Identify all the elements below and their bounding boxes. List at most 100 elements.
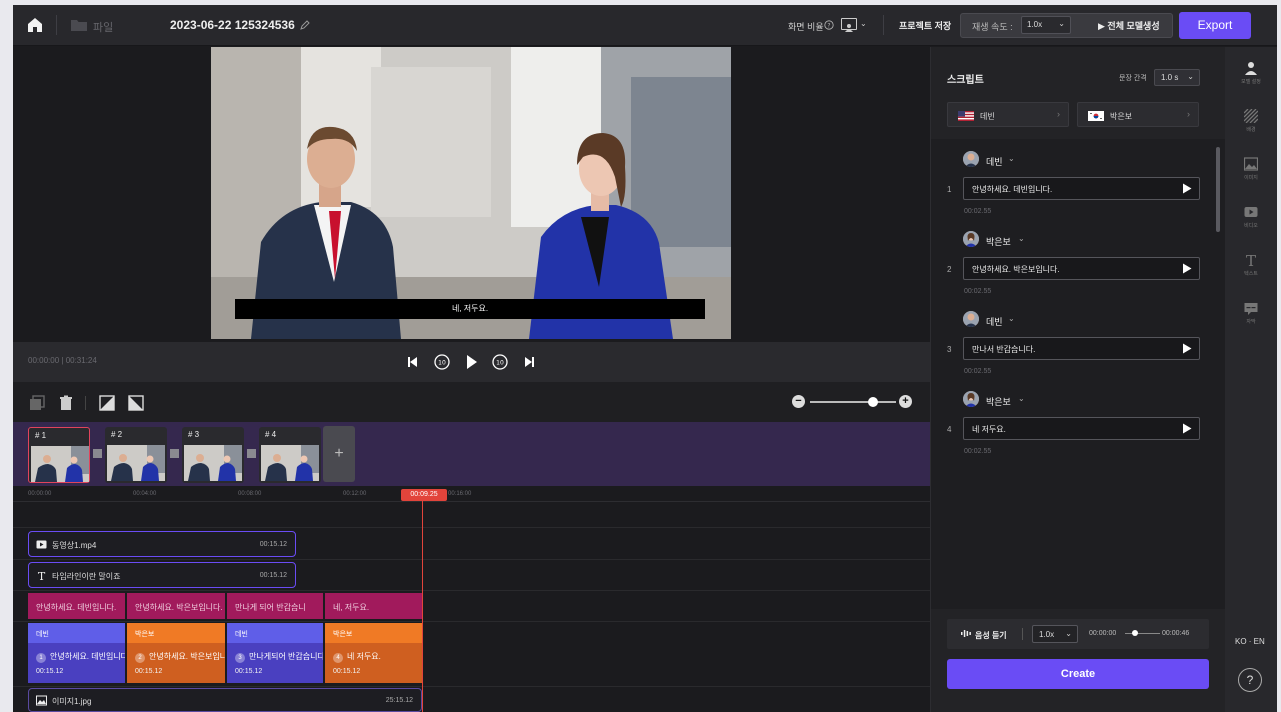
folder-icon[interactable] [71, 19, 87, 31]
speaker-tab-name: 데빈 [980, 112, 995, 121]
sidebar-item-image[interactable]: 이미지 [1225, 145, 1277, 193]
speaker-clip-header[interactable]: 데빈 [227, 623, 323, 643]
transition-in-icon[interactable] [99, 395, 115, 411]
speaker-name[interactable]: 박은보 [986, 235, 1011, 248]
audio-progress-handle[interactable] [1132, 630, 1138, 636]
project-title[interactable]: 2023-06-22 125324536 [170, 18, 295, 32]
speaker-name[interactable]: 데빈 [986, 315, 1003, 328]
text-clip[interactable]: T 타임라인이란 말이죠 00:15.12 [28, 562, 296, 588]
text-icon: T [1246, 253, 1256, 267]
subtitle-clip[interactable]: 안녕하세요. 박은보입니다. [127, 593, 225, 619]
script-input[interactable]: 만나서 반갑습니다. [963, 337, 1200, 360]
entry-index: 2 [947, 265, 952, 274]
pencil-icon[interactable] [300, 20, 310, 30]
play-icon[interactable] [461, 352, 481, 372]
script-input[interactable]: 안녕하세요. 박은보입니다. [963, 257, 1200, 280]
playback-bar: 00:00:00 | 00:31:24 10 10 [13, 342, 930, 382]
speaker-name[interactable]: 박은보 [986, 395, 1011, 408]
timeline-ruler[interactable]: 00:00:00 00:04:00 00:08:00 00:12:00 00:1… [13, 486, 930, 502]
speaker-tab-park[interactable]: 박은보 › [1077, 102, 1199, 127]
chevron-down-icon[interactable]: ⌄ [1018, 234, 1025, 243]
text-icon: T [38, 570, 46, 581]
transition-marker[interactable] [247, 449, 256, 458]
sidebar-item-label: 모델 설정 [1241, 79, 1261, 85]
person-icon [1245, 62, 1257, 75]
add-scene-button[interactable]: + [323, 426, 355, 482]
scene-card[interactable]: # 1 [28, 427, 90, 483]
play-icon[interactable] [1182, 183, 1192, 194]
scene-card[interactable]: # 4 [259, 427, 321, 483]
script-input[interactable]: 네 저두요. [963, 417, 1200, 440]
transition-marker[interactable] [93, 449, 102, 458]
chevron-down-icon[interactable]: ⌄ [1008, 154, 1015, 163]
playhead-line[interactable] [422, 501, 423, 712]
zoom-slider[interactable] [810, 401, 896, 403]
ruler-tick: 00:04:00 [133, 491, 157, 497]
transition-out-icon[interactable] [128, 395, 144, 411]
speaker-clip[interactable]: 4네 저두요. 00:15.12 [325, 643, 422, 683]
editor-app: 파일 2023-06-22 125324536 화면 비율 ? ⌄ 프로젝트 저… [13, 5, 1277, 712]
language-toggle[interactable]: KO · EN [1235, 637, 1265, 646]
create-button[interactable]: Create [947, 659, 1209, 689]
chevron-down-icon[interactable]: ⌄ [860, 19, 867, 28]
transition-marker[interactable] [170, 449, 179, 458]
sentence-gap-select[interactable]: 1.0 s ⌄ [1154, 69, 1200, 86]
scene-card[interactable]: # 2 [105, 427, 167, 483]
subtitle-clip[interactable]: 네, 저두요. [325, 593, 422, 619]
play-icon[interactable] [1182, 263, 1192, 274]
image-file-icon [36, 695, 47, 706]
chevron-down-icon[interactable]: ⌄ [1008, 314, 1015, 323]
play-icon[interactable] [1182, 343, 1192, 354]
sidebar-item-video[interactable]: 비디오 [1225, 193, 1277, 241]
speaker-clip[interactable]: 3 만나게되어 반갑습니다. 00:15.12 [227, 643, 323, 683]
file-menu[interactable]: 파일 [93, 19, 113, 35]
sidebar-item-model[interactable]: 모델 설정 [1225, 49, 1277, 97]
save-project-button[interactable]: 프로젝트 저장 [899, 19, 951, 32]
zoom-slider-handle[interactable] [868, 397, 878, 407]
generate-all-button[interactable]: ▶ 전체 모델생성 [1098, 19, 1160, 32]
sidebar-item-subtitle[interactable]: 자막 [1225, 289, 1277, 337]
scrollbar[interactable] [1216, 147, 1220, 232]
playhead-time[interactable]: 00:09.25 [401, 489, 447, 501]
sidebar-item-text[interactable]: T 텍스트 [1225, 241, 1277, 289]
subtitle-clip[interactable]: 만나게 되어 반갑습니 [227, 593, 323, 619]
duplicate-icon[interactable] [29, 395, 45, 411]
help-button[interactable]: ? [1238, 668, 1262, 692]
forward-10-icon[interactable]: 10 [490, 352, 510, 372]
audio-speed-select[interactable]: 1.0x ⌄ [1032, 625, 1078, 643]
speaker-name[interactable]: 데빈 [986, 155, 1003, 168]
image-clip[interactable]: 이미지1.jpg 25:15.12 [28, 688, 422, 712]
avatar [963, 231, 979, 247]
sidebar-item-background[interactable]: 배경 [1225, 97, 1277, 145]
clip-duration: 00:15.12 [259, 572, 287, 579]
audio-progress-track[interactable] [1125, 633, 1160, 634]
script-input[interactable]: 안녕하세요. 데빈입니다. [963, 177, 1200, 200]
aspect-ratio-select[interactable] [841, 18, 857, 32]
subtitle-clip[interactable]: 안녕하세요. 데빈입니다. [28, 593, 125, 619]
zoom-in-button[interactable]: + [899, 395, 912, 408]
trash-icon[interactable] [58, 395, 74, 411]
help-circle-icon[interactable]: ? [824, 20, 834, 30]
subtitle-icon [1244, 303, 1258, 315]
speaker-clip-header[interactable]: 데빈 [28, 623, 125, 643]
chevron-down-icon[interactable]: ⌄ [1018, 394, 1025, 403]
speaker-clip[interactable]: 2안녕하세요. 박은보입니다.00:15.12 [127, 643, 225, 683]
skip-end-icon[interactable] [519, 352, 539, 372]
skip-start-icon[interactable] [403, 352, 423, 372]
rewind-10-icon[interactable]: 10 [432, 352, 452, 372]
video-clip[interactable]: 동영상1.mp4 00:15.12 [28, 531, 296, 557]
speaker-tab-devin[interactable]: 데빈 › [947, 102, 1069, 127]
audio-wave-icon [961, 630, 971, 637]
video-preview[interactable]: 네, 저두요. [211, 47, 731, 339]
scene-card[interactable]: # 3 [182, 427, 244, 483]
listen-audio-label[interactable]: 음성 듣기 [975, 630, 1007, 641]
svg-text:10: 10 [496, 360, 504, 367]
speaker-clip-header[interactable]: 박은보 [325, 623, 422, 643]
zoom-out-button[interactable]: − [792, 395, 805, 408]
play-icon[interactable] [1182, 423, 1192, 434]
home-icon[interactable] [27, 17, 43, 33]
speaker-clip-header[interactable]: 박은보 [127, 623, 225, 643]
playback-speed-select[interactable]: 1.0x ⌄ [1021, 16, 1071, 34]
export-button[interactable]: Export [1179, 12, 1251, 39]
speaker-clip[interactable]: 1 안녕하세요. 데빈입니다. 00:15.12 [28, 643, 125, 683]
